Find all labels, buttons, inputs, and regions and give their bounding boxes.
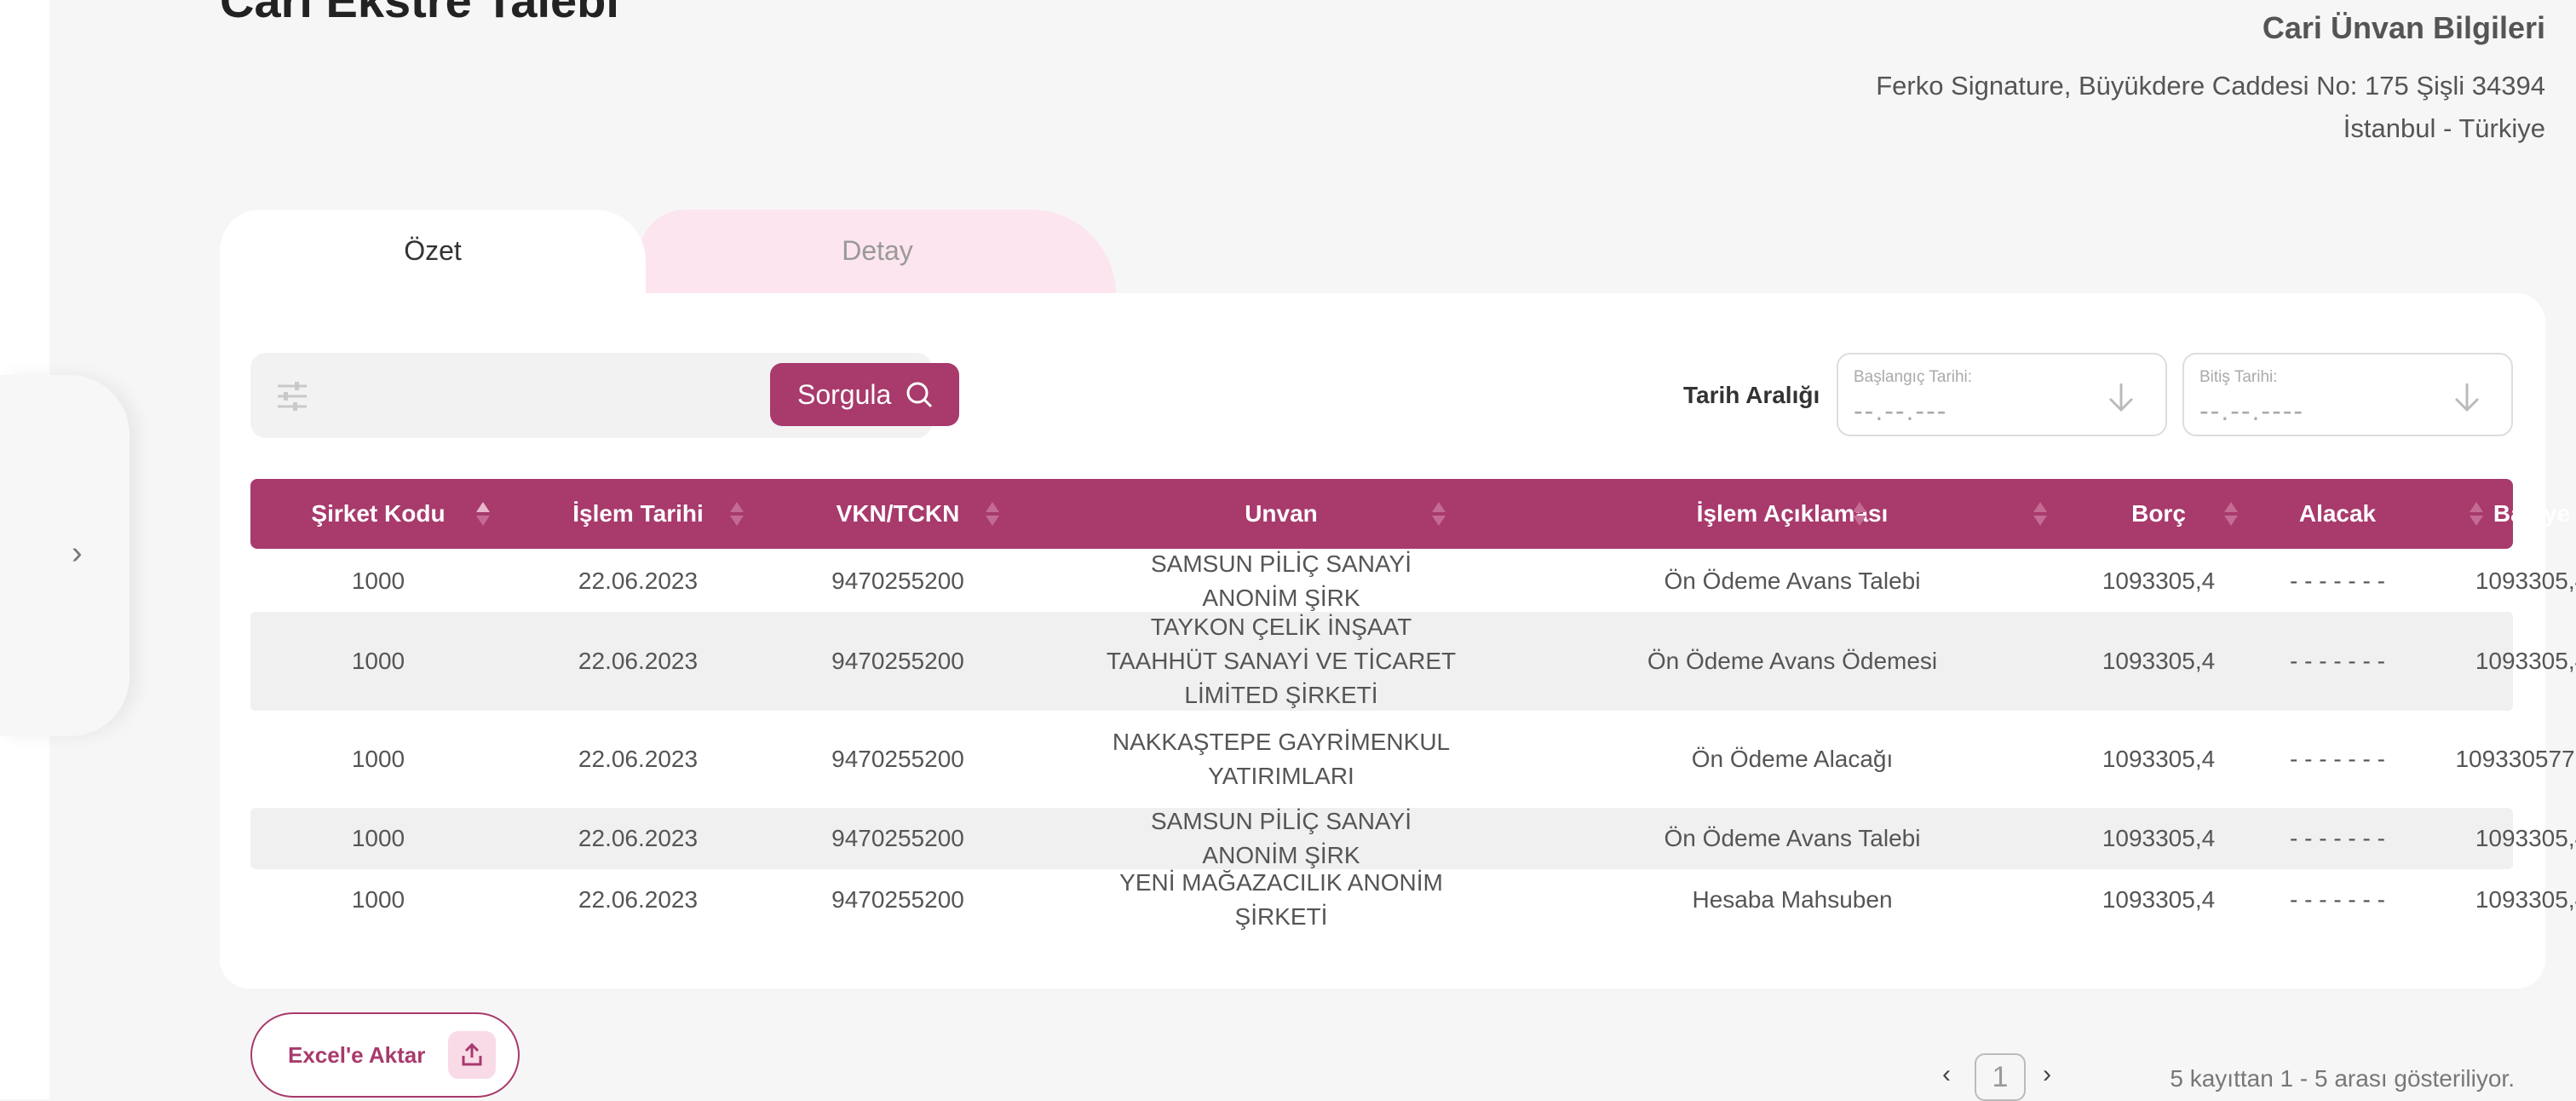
arrow-down-icon[interactable] <box>2107 382 2135 412</box>
table-cell: 1093305,4 <box>2475 568 2576 594</box>
pager-current-page[interactable]: 1 <box>1975 1053 2026 1101</box>
table-cell: 22.06.2023 <box>578 568 699 594</box>
sort-icon[interactable] <box>729 500 745 527</box>
table-cell: Ön Ödeme Avans Talebi <box>1664 568 1921 594</box>
pager-next-button[interactable]: › <box>2043 1060 2051 1089</box>
address-line-1: Ferko Signature, Büyükdere Caddesi No: 1… <box>1876 71 2545 101</box>
table-cell: 1093305,4 <box>2102 825 2216 851</box>
table-cell: TAYKON ÇELİK İNŞAAT TAAHHÜT SANAYİ VE Tİ… <box>1106 614 1457 708</box>
sort-icon[interactable] <box>1852 500 1867 527</box>
column-header[interactable]: Alacak <box>2244 479 2431 549</box>
sort-icon[interactable] <box>2469 500 2484 527</box>
sort-icon[interactable] <box>475 500 491 527</box>
table-cell: Ön Ödeme Avans Ödemesi <box>1647 648 1938 674</box>
table-row[interactable]: 1000 22.06.2023 9470255200 SAMSUN PİLİÇ SAN… <box>250 808 2576 869</box>
table-cell: 1000 <box>351 886 405 913</box>
table-cell: 1093305777,4 <box>2455 746 2576 772</box>
table-cell: 22.06.2023 <box>578 825 699 851</box>
column-header[interactable]: Bakiye <box>2431 479 2576 549</box>
table-cell: - - - - - - - <box>2290 825 2385 851</box>
table-row[interactable]: 1000 22.06.2023 9470255200 NAKKAŞTEPE GAYRİ… <box>250 711 2576 808</box>
table-cell: 1093305,4 <box>2475 825 2576 851</box>
chevron-right-icon[interactable]: › <box>72 535 83 572</box>
table-cell: Hesaba Mahsuben <box>1692 886 1893 913</box>
sort-icon[interactable] <box>2033 500 2048 527</box>
excel-export-button[interactable]: Excel'e Aktar <box>250 1012 520 1098</box>
excel-export-label: Excel'e Aktar <box>288 1042 426 1068</box>
page-title: Cari Ekstre Talebi <box>220 0 619 27</box>
pager-prev-button[interactable]: ‹ <box>1942 1060 1951 1089</box>
sort-icon[interactable] <box>2223 500 2239 527</box>
table-header: Şirket Kodu İşlem Tarihi VKN/TCKN Unvan İşle… <box>250 479 2570 549</box>
table-cell: 1093305,4 <box>2475 886 2576 913</box>
column-header[interactable]: Şirket Kodu <box>250 479 506 549</box>
table-cell: 1093305,4 <box>2102 886 2216 913</box>
column-header[interactable]: Unvan <box>1026 479 1537 549</box>
table-cell: 22.06.2023 <box>578 746 699 772</box>
start-date-field[interactable]: Başlangıç Tarihi: --.--.--- <box>1837 353 2167 436</box>
table-cell: 9470255200 <box>831 648 964 674</box>
filter-bar: Sorgula <box>250 353 959 438</box>
table-cell: 1093305,4 <box>2102 568 2216 594</box>
table-cell: 1000 <box>351 568 405 594</box>
table-cell: 9470255200 <box>831 825 964 851</box>
column-header[interactable]: Borç <box>2073 479 2244 549</box>
start-date-label: Başlangıç Tarihi: <box>1854 368 1973 386</box>
table-cell: SAMSUN PİLİÇ SANAYİ ANONİM ŞİRK <box>1150 808 1412 868</box>
table-cell: - - - - - - - <box>2290 746 2385 772</box>
summary-card: Sorgula Tarih Aralığı Başlangıç Tarihi: … <box>220 293 2576 989</box>
sorgula-button[interactable]: Sorgula <box>770 363 959 426</box>
sort-icon[interactable] <box>985 500 1000 527</box>
sort-icon[interactable] <box>1431 500 1446 527</box>
tab-ozet[interactable]: Özet <box>220 210 646 303</box>
table-cell: 1093305,4 <box>2102 648 2216 674</box>
search-icon <box>906 382 933 408</box>
upload-icon <box>448 1031 496 1079</box>
table-cell: 1000 <box>351 825 405 851</box>
sidebar-toggle[interactable] <box>0 375 129 736</box>
start-date-value[interactable]: --.--.--- <box>1854 395 1947 427</box>
table-cell: 22.06.2023 <box>578 886 699 913</box>
company-title: Cari Ünvan Bilgileri <box>2262 10 2545 45</box>
table-cell: 1093305,4 <box>2475 648 2576 674</box>
sorgula-label: Sorgula <box>797 379 892 410</box>
column-header[interactable]: İşlem Açıklaması <box>1528 479 2056 549</box>
tab-detay[interactable]: Detay <box>639 210 1116 295</box>
filter-sliders-icon[interactable] <box>276 382 308 415</box>
arrow-down-icon[interactable] <box>2453 382 2481 412</box>
table-cell: 9470255200 <box>831 746 964 772</box>
table-row[interactable]: 1000 22.06.2023 9470255200 YENİ MAĞAZACILIK… <box>250 869 2576 931</box>
company-address: Ferko Signature, Büyükdere Caddesi No: 1… <box>1876 65 2545 150</box>
table-cell: Ön Ödeme Avans Talebi <box>1664 825 1921 851</box>
address-line-2: İstanbul - Türkiye <box>2343 113 2545 143</box>
table-cell: 1000 <box>351 746 405 772</box>
table-cell: Ön Ödeme Alacağı <box>1691 746 1894 772</box>
table-cell: - - - - - - - <box>2290 886 2385 913</box>
date-range-label: Tarih Aralığı <box>1683 382 1820 408</box>
table-cell: SAMSUN PİLİÇ SANAYİ ANONİM ŞİRK <box>1150 550 1412 611</box>
table-cell: YENİ MAĞAZACILIK ANONİM ŞİRKETİ <box>1119 869 1443 930</box>
table-cell: 22.06.2023 <box>578 648 699 674</box>
table-row[interactable]: 1000 22.06.2023 9470255200 SAMSUN PİLİÇ SAN… <box>250 550 2576 612</box>
table-cell: 9470255200 <box>831 568 964 594</box>
table-cell: - - - - - - - <box>2290 568 2385 594</box>
table-cell: 1093305,4 <box>2102 746 2216 772</box>
table-cell: - - - - - - - <box>2290 648 2385 674</box>
table-cell: 1000 <box>351 648 405 674</box>
end-date-field[interactable]: Bitiş Tarihi: --.--.---- <box>2182 353 2513 436</box>
pager-info: 5 kayıttan 1 - 5 arası gösteriliyor. <box>2170 1065 2515 1092</box>
table-cell: NAKKAŞTEPE GAYRİMENKUL YATIRIMLARI <box>1112 729 1451 789</box>
end-date-value[interactable]: --.--.---- <box>2199 395 2304 427</box>
table-cell: 9470255200 <box>831 886 964 913</box>
end-date-label: Bitiş Tarihi: <box>2199 368 2278 386</box>
table-row[interactable]: 1000 22.06.2023 9470255200 TAYKON ÇELİK İNŞ… <box>250 612 2576 711</box>
